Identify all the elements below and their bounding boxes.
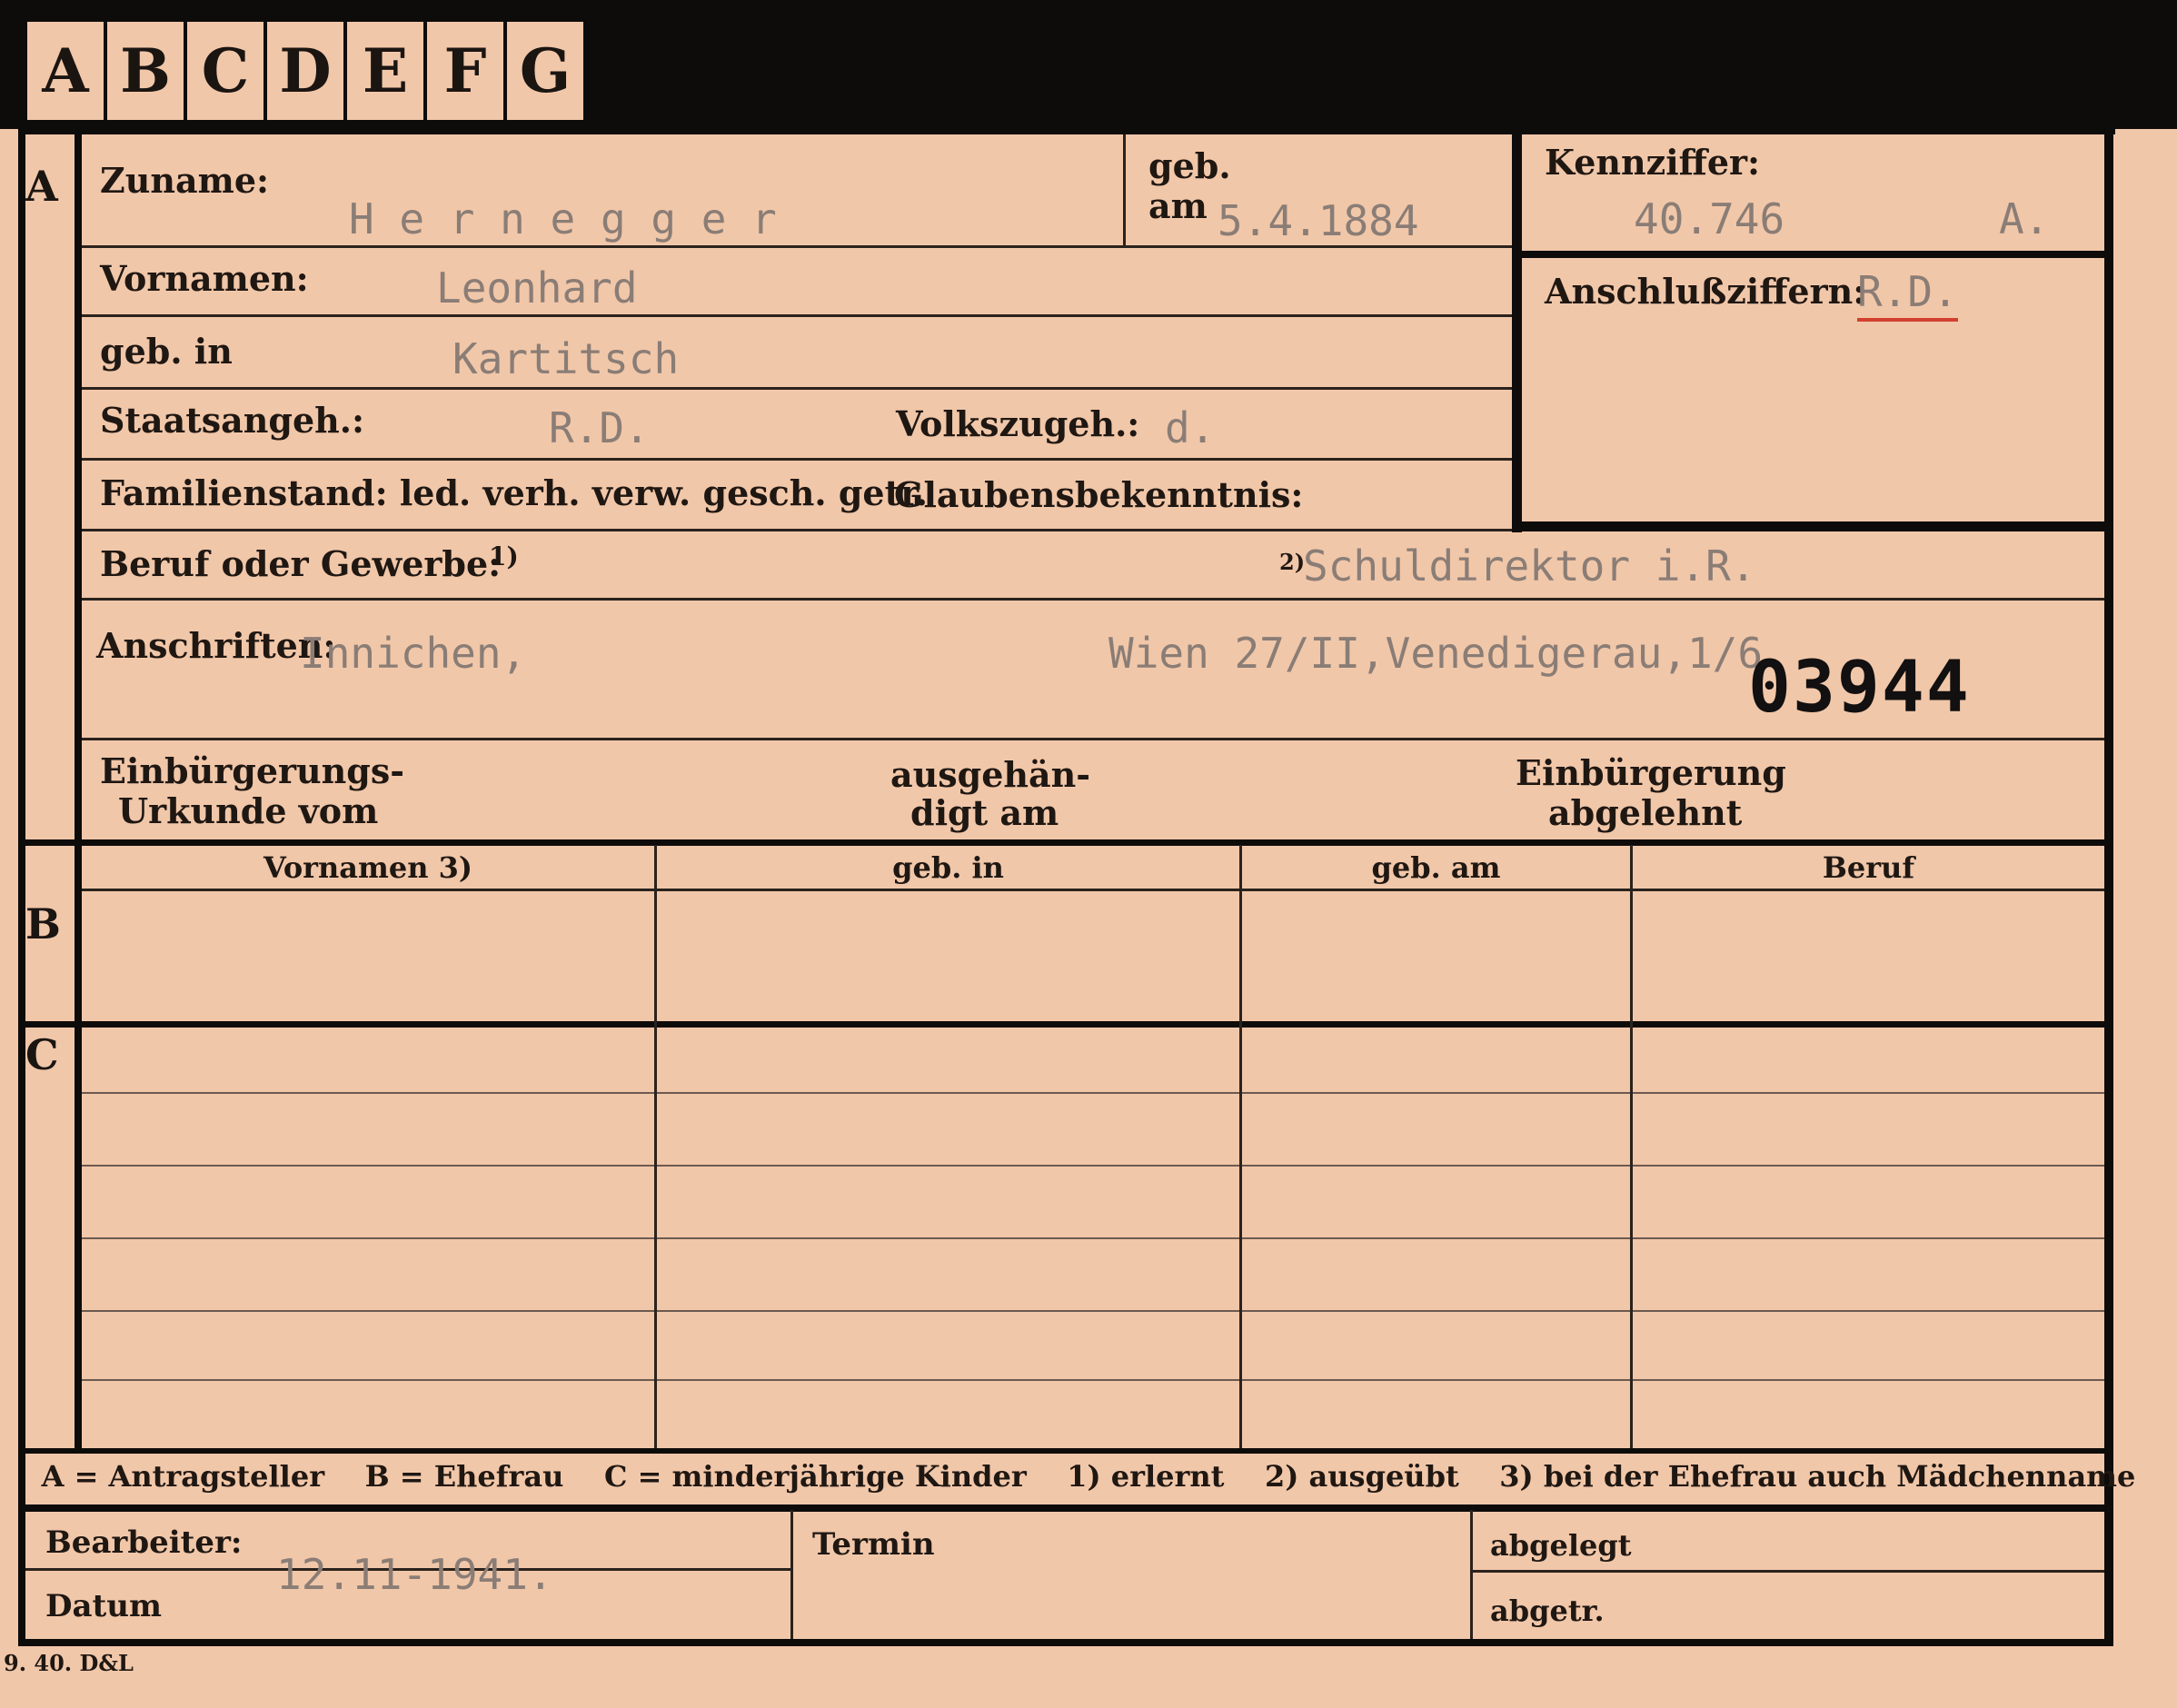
row-line-7: [82, 738, 2104, 740]
child-row-line-2: [82, 1165, 2104, 1167]
anschriften-value-2: Wien 27/II,Venedigerau,1/6: [1108, 629, 1764, 678]
ausgehaendigt-label-1: ausgehän-: [890, 754, 1091, 795]
table-col-line-2: [1239, 845, 1242, 1448]
row-line-2: [82, 314, 1512, 317]
child-row-line-5: [82, 1379, 2104, 1381]
legend-top-line: [18, 1448, 2108, 1454]
table-header-beruf: Beruf: [1822, 850, 1915, 885]
row-line-6: [82, 598, 2104, 601]
geb-am-value: 5.4.1884: [1218, 196, 1419, 245]
geb-in-label: geb. in: [100, 331, 233, 372]
table-col-line-1: [654, 845, 657, 1448]
card-bottom-border: [18, 1639, 2113, 1646]
section-b-bottom: [18, 1021, 2108, 1028]
card-right-border: [2104, 127, 2113, 1646]
abgelegt-row-line: [1473, 1570, 2104, 1573]
table-header-line: [82, 889, 2104, 891]
abgetr-label: abgetr.: [1490, 1594, 1605, 1628]
kennziffer-value: 40.746: [1634, 194, 1785, 243]
row-line-1: [82, 245, 1512, 248]
legend-bottom-line: [18, 1504, 2108, 1512]
section-letter-c: C: [25, 1030, 59, 1079]
child-row-line-4: [82, 1310, 2104, 1312]
card-top-border: [25, 127, 2115, 134]
tab-d[interactable]: D: [267, 22, 343, 120]
section-letter-b: B: [25, 899, 61, 948]
datum-label: Datum: [45, 1588, 162, 1624]
volkszugeh-label: Volkszugeh.:: [896, 403, 1140, 444]
card-left-border: [18, 127, 25, 1644]
tab-a[interactable]: A: [27, 22, 104, 120]
geb-am-divider: [1123, 134, 1126, 247]
vornamen-label: Vornamen:: [100, 258, 309, 299]
row-line-4: [82, 458, 1512, 461]
glaubensbekenntnis-label: Glaubensbekenntnis:: [894, 474, 1304, 515]
volkszugeh-value: d.: [1165, 403, 1216, 452]
stamp-number: 03944: [1748, 647, 1971, 729]
bearbeiter-label: Bearbeiter:: [45, 1524, 243, 1561]
kennziffer-box-left: [1512, 134, 1522, 532]
zuname-value: H e r n e g g e r: [349, 194, 777, 243]
geb-am-label-1: geb.: [1148, 145, 1231, 186]
tab-c[interactable]: C: [187, 22, 263, 120]
table-col-line-3: [1630, 845, 1633, 1448]
table-header-geb-am: geb. am: [1371, 850, 1501, 885]
familienstand-label: Familienstand: led. verh. verw. gesch. g…: [100, 472, 928, 513]
staatsangeh-label: Staatsangeh.:: [100, 400, 365, 441]
einbuergerungsurkunde-label-1: Einbürgerungs-: [100, 750, 405, 791]
print-code: 9. 40. D&L: [4, 1650, 134, 1676]
abgelehnt-label-2: abgelehnt: [1548, 792, 1743, 833]
ausgehaendigt-label-2: digt am: [910, 792, 1059, 833]
beruf-value: Schuldirektor i.R.: [1303, 541, 1756, 591]
beruf-mark-2: 2): [1279, 549, 1306, 575]
table-header-geb-in: geb. in: [892, 850, 1004, 885]
child-row-line-1: [82, 1092, 2104, 1094]
tab-e[interactable]: E: [347, 22, 423, 120]
bottom-col-line-1: [790, 1510, 793, 1639]
section-a-bottom: [18, 839, 2108, 846]
anschlussziffern-value: R.D.: [1857, 267, 1958, 322]
anschriften-value-1: Innichen,: [300, 629, 527, 678]
zuname-label: Zuname:: [100, 160, 270, 201]
child-row-line-3: [82, 1237, 2104, 1239]
section-letter-a: A: [25, 162, 58, 211]
abgelegt-label: abgelegt: [1490, 1528, 1632, 1563]
datum-value: 12.11-1941.: [276, 1550, 553, 1599]
beruf-mark-1: 1): [489, 541, 519, 571]
kennziffer-box-divider: [1512, 251, 2108, 258]
abgelehnt-label-1: Einbürgerung: [1516, 752, 1786, 793]
termin-label: Termin: [812, 1526, 935, 1563]
anschlussziffern-label: Anschlußziffern:: [1545, 271, 1866, 312]
vornamen-value: Leonhard: [436, 263, 638, 313]
tab-g[interactable]: G: [507, 22, 583, 120]
tab-f[interactable]: F: [427, 22, 503, 120]
tab-b[interactable]: B: [107, 22, 184, 120]
kennziffer-box-bottom: [1512, 521, 2108, 531]
legend-text: A = Antragsteller B = Ehefrau C = minder…: [41, 1459, 2136, 1494]
einbuergerungsurkunde-label-2: Urkunde vom: [118, 790, 379, 831]
kennziffer-label: Kennziffer:: [1545, 142, 1761, 183]
section-column-divider: [75, 127, 82, 1448]
bottom-col-line-2: [1470, 1510, 1473, 1639]
kennziffer-suffix: A.: [1999, 194, 2050, 243]
table-header-vornamen: Vornamen 3): [263, 850, 473, 885]
geb-am-label-2: am: [1148, 185, 1208, 226]
row-line-3: [82, 387, 1512, 390]
staatsangeh-value: R.D.: [549, 403, 650, 452]
beruf-label: Beruf oder Gewerbe:: [100, 543, 502, 584]
right-band: [2106, 0, 2177, 129]
geb-in-value: Kartitsch: [452, 334, 680, 383]
